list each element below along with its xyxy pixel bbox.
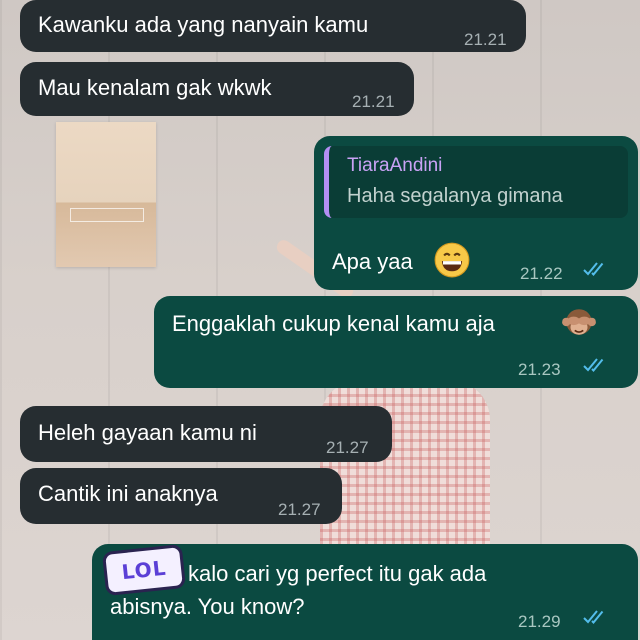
read-receipt-icon [583, 610, 604, 624]
message-text: Mau kenalam gak wkwk [38, 75, 272, 100]
message-time: 21.27 [326, 438, 369, 457]
message-time: 21.22 [520, 264, 563, 283]
message-bubble-outgoing[interactable]: Enggaklah cukup kenal kamu aja 21.23 [154, 296, 638, 388]
read-receipt-icon [583, 262, 604, 276]
message-bubble-incoming[interactable]: Mau kenalam gak wkwk 21.21 [20, 62, 414, 116]
message-time: 21.21 [352, 92, 395, 111]
quoted-author: TiaraAndini [347, 155, 443, 176]
grinning-face-emoji [434, 242, 470, 278]
message-text: Heleh gayaan kamu ni [38, 420, 257, 445]
message-text-line-1: kalo cari yg perfect itu gak ada [188, 561, 487, 586]
message-text: Cantik ini anaknya [38, 481, 218, 506]
read-receipt-icon [583, 358, 604, 372]
message-time: 21.21 [464, 30, 507, 49]
message-time: 21.27 [278, 500, 321, 519]
message-text: Enggaklah cukup kenal kamu aja [172, 311, 495, 336]
quoted-message[interactable]: TiaraAndini Haha segalanya gimana [324, 146, 628, 218]
message-text: Kawanku ada yang nanyain kamu [38, 12, 369, 37]
wallpaper-frame-label [70, 208, 144, 222]
message-bubble-incoming[interactable]: Heleh gayaan kamu ni 21.27 [20, 406, 392, 462]
message-time: 21.23 [518, 360, 561, 379]
wallpaper-picture-frame [56, 122, 156, 267]
lol-sticker: LOL [101, 543, 187, 597]
message-bubble-incoming[interactable]: Cantik ini anaknya 21.27 [20, 468, 342, 524]
message-text: Apa yaa [332, 249, 413, 274]
message-text-line-2: abisnya. You know? [110, 594, 305, 619]
quoted-text: Haha segalanya gimana [347, 185, 563, 207]
message-bubble-incoming[interactable]: Kawanku ada yang nanyain kamu 21.21 [20, 0, 526, 52]
see-no-evil-monkey-emoji [562, 309, 596, 335]
message-bubble-outgoing[interactable]: TiaraAndini Haha segalanya gimana Apa ya… [314, 136, 638, 290]
message-time: 21.29 [518, 612, 561, 631]
